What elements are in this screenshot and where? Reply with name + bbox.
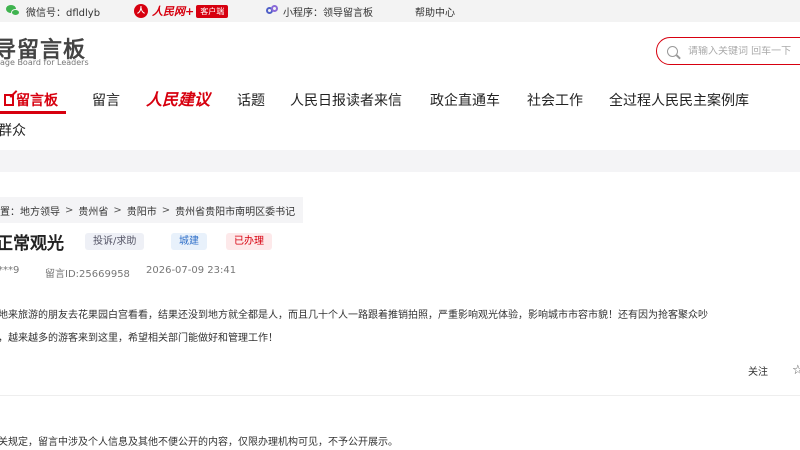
status-badge: 已办理 — [226, 233, 272, 250]
wechat-label: 微信号：dfldlyb — [26, 7, 101, 19]
breadcrumb-item[interactable]: 贵阳市 — [127, 203, 157, 218]
breadcrumb-separator: > — [113, 204, 122, 216]
breadcrumb-item[interactable]: 贵州省 — [78, 203, 108, 218]
main-nav: 留言板 留言 人民建议 话题 人民日报读者来信 政企直通车 社会工作 全过程人民… — [0, 82, 800, 140]
section-separator — [0, 150, 800, 172]
people-daily-logo-icon: 人 — [134, 4, 148, 18]
breadcrumb-separator: > — [161, 204, 171, 216]
miniprogram-label: 小程序：领导留言板 — [283, 7, 373, 19]
divider — [0, 395, 800, 396]
nav-item-topics[interactable]: 话题 — [237, 90, 265, 110]
top-bar: 微信号：dfldlyb 人 人民网+ 客户端 小程序：领导留言板 帮助中心 — [0, 0, 800, 22]
wechat-account[interactable]: 微信号：dfldlyb — [6, 4, 101, 19]
nav-item-democracy-cases[interactable]: 全过程人民民主案例库 — [609, 90, 749, 110]
nav-item-message[interactable]: 留言 — [92, 90, 120, 110]
miniprogram-icon — [266, 5, 278, 17]
type-tag: 投诉/求助 — [85, 233, 145, 250]
help-center-link[interactable]: 帮助中心 — [415, 4, 455, 19]
nav-item-masses[interactable]: 群众 — [0, 120, 26, 140]
search-input[interactable] — [688, 45, 800, 57]
nav-item-message-board[interactable]: 留言板 — [4, 90, 58, 110]
nav-item-social-work[interactable]: 社会工作 — [527, 90, 583, 110]
pen-icon — [4, 94, 14, 106]
message-content: 地来旅游的朋友去花果园白宫看看，结果还没到地方就全都是人，而且几十个人一路跟着推… — [0, 304, 800, 350]
message-title: 正常观光 — [0, 234, 64, 254]
nav-item-readers-letters[interactable]: 人民日报读者来信 — [290, 90, 402, 110]
miniprogram-link[interactable]: 小程序：领导留言板 — [266, 4, 373, 19]
message-id: 留言ID:25669958 — [45, 269, 130, 280]
follow-button[interactable]: 关注 — [748, 363, 768, 378]
client-badge: 客户端 — [196, 4, 229, 18]
message-datetime: 2026-07-09 23:41 — [146, 265, 237, 276]
site-logo-subtitle: age Board for Leaders — [0, 58, 89, 67]
author-name: ***9 — [0, 265, 20, 276]
content-line: ，越来越多的游客来到这里，希望相关部门能做好和管理工作！ — [0, 333, 278, 344]
rmw-brand: 人民网+ — [152, 5, 195, 18]
search-icon[interactable] — [667, 45, 678, 57]
breadcrumb: 置： 地方领导 > 贵州省 > 贵阳市 > 贵州省贵阳市南明区委书记 — [0, 197, 304, 223]
wechat-icon — [6, 5, 20, 17]
nav-item-enterprise-express[interactable]: 政企直通车 — [430, 90, 500, 110]
privacy-notice: 关规定，留言中涉及个人信息及其他不便公开的内容，仅限办理机构可见，不予公开展示。 — [0, 437, 398, 448]
nav-item-people-suggestion[interactable]: 人民建议 — [146, 86, 210, 110]
share-icon[interactable]: ☆ — [792, 363, 800, 378]
nav-label: 留言板 — [16, 93, 58, 109]
breadcrumb-prefix: 置： — [0, 206, 20, 218]
breadcrumb-item[interactable]: 贵州省贵阳市南明区委书记 — [175, 203, 295, 218]
content-line: 地来旅游的朋友去花果园白宫看看，结果还没到地方就全都是人，而且几十个人一路跟着推… — [0, 310, 708, 321]
breadcrumb-separator: > — [65, 204, 74, 216]
help-label: 帮助中心 — [415, 7, 455, 19]
active-tab-underline — [0, 111, 66, 114]
field-tag: 城建 — [171, 233, 207, 250]
search-box[interactable] — [656, 37, 800, 65]
rmw-client-link[interactable]: 人 人民网+ 客户端 — [134, 4, 229, 18]
breadcrumb-item[interactable]: 地方领导 — [20, 203, 60, 218]
